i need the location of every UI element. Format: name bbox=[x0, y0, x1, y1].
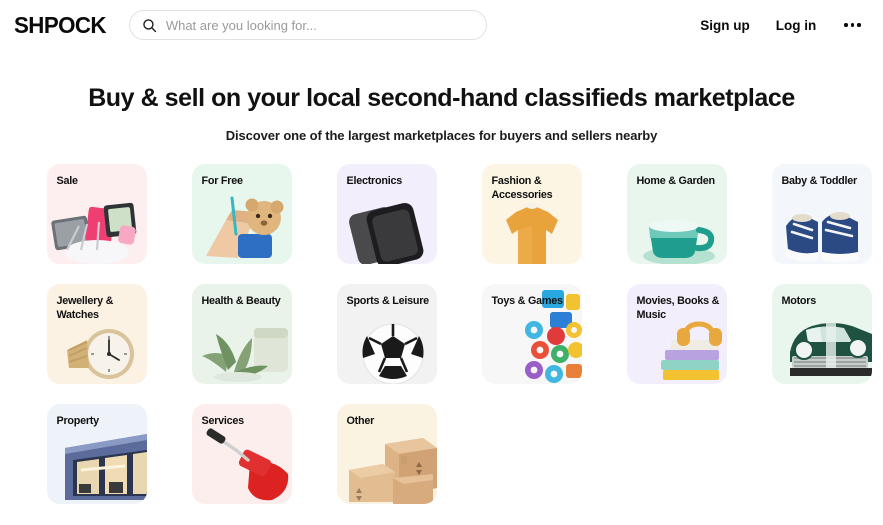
login-button[interactable]: Log in bbox=[776, 18, 817, 33]
health-beauty-illustration-icon bbox=[192, 284, 292, 384]
category-tile-baby-toddler[interactable]: Baby & Toddler bbox=[771, 163, 872, 264]
for-free-illustration-icon bbox=[192, 164, 292, 264]
page-title: Buy & sell on your local second-hand cla… bbox=[88, 84, 795, 112]
search-icon bbox=[143, 18, 156, 32]
services-illustration-icon bbox=[192, 404, 292, 504]
more-dot bbox=[850, 23, 855, 27]
category-grid: Sale For Free Electronics Fashion & Acce… bbox=[46, 163, 872, 504]
more-horizontal-icon[interactable] bbox=[842, 17, 863, 33]
page-subtitle: Discover one of the largest marketplaces… bbox=[225, 127, 658, 143]
jewellery-illustration-icon bbox=[47, 284, 147, 384]
category-tile-health-beauty[interactable]: Health & Beauty bbox=[191, 283, 292, 384]
category-tile-jewellery[interactable]: Jewellery & Watches bbox=[46, 283, 147, 384]
category-tile-sports[interactable]: Sports & Leisure bbox=[336, 283, 437, 384]
site-header: SHPOCK Sign up Log in bbox=[0, 0, 883, 50]
baby-toddler-illustration-icon bbox=[772, 164, 872, 264]
more-dot bbox=[857, 23, 861, 27]
more-dot bbox=[844, 23, 848, 27]
category-tile-motors[interactable]: Motors bbox=[771, 283, 872, 384]
category-tile-services[interactable]: Services bbox=[191, 403, 292, 504]
signup-button[interactable]: Sign up bbox=[700, 18, 750, 33]
property-illustration-icon bbox=[47, 404, 147, 504]
category-tile-electronics[interactable]: Electronics bbox=[336, 163, 437, 264]
search-bar[interactable] bbox=[128, 10, 487, 40]
category-tile-sale[interactable]: Sale bbox=[46, 163, 147, 264]
movies-books-illustration-icon bbox=[627, 284, 727, 384]
category-tile-property[interactable]: Property bbox=[46, 403, 147, 504]
category-tile-toys[interactable]: Toys & Games bbox=[481, 283, 582, 384]
category-tile-fashion[interactable]: Fashion & Accessories bbox=[481, 163, 582, 264]
home-garden-illustration-icon bbox=[627, 164, 727, 264]
search-input[interactable] bbox=[165, 17, 474, 33]
sale-illustration-icon bbox=[47, 164, 147, 264]
category-tile-other[interactable]: Other bbox=[336, 403, 437, 504]
electronics-illustration-icon bbox=[337, 164, 437, 264]
hero-section: Buy & sell on your local second-hand cla… bbox=[0, 50, 883, 143]
fashion-illustration-icon bbox=[482, 164, 582, 264]
motors-illustration-icon bbox=[772, 284, 872, 384]
shpock-logo[interactable]: SHPOCK bbox=[14, 12, 107, 39]
category-tile-for-free[interactable]: For Free bbox=[191, 163, 292, 264]
category-tile-home-garden[interactable]: Home & Garden bbox=[626, 163, 727, 264]
category-tile-movies-books[interactable]: Movies, Books & Music bbox=[626, 283, 727, 384]
toys-illustration-icon bbox=[482, 284, 582, 384]
other-illustration-icon bbox=[337, 404, 437, 504]
sports-illustration-icon bbox=[337, 284, 437, 384]
